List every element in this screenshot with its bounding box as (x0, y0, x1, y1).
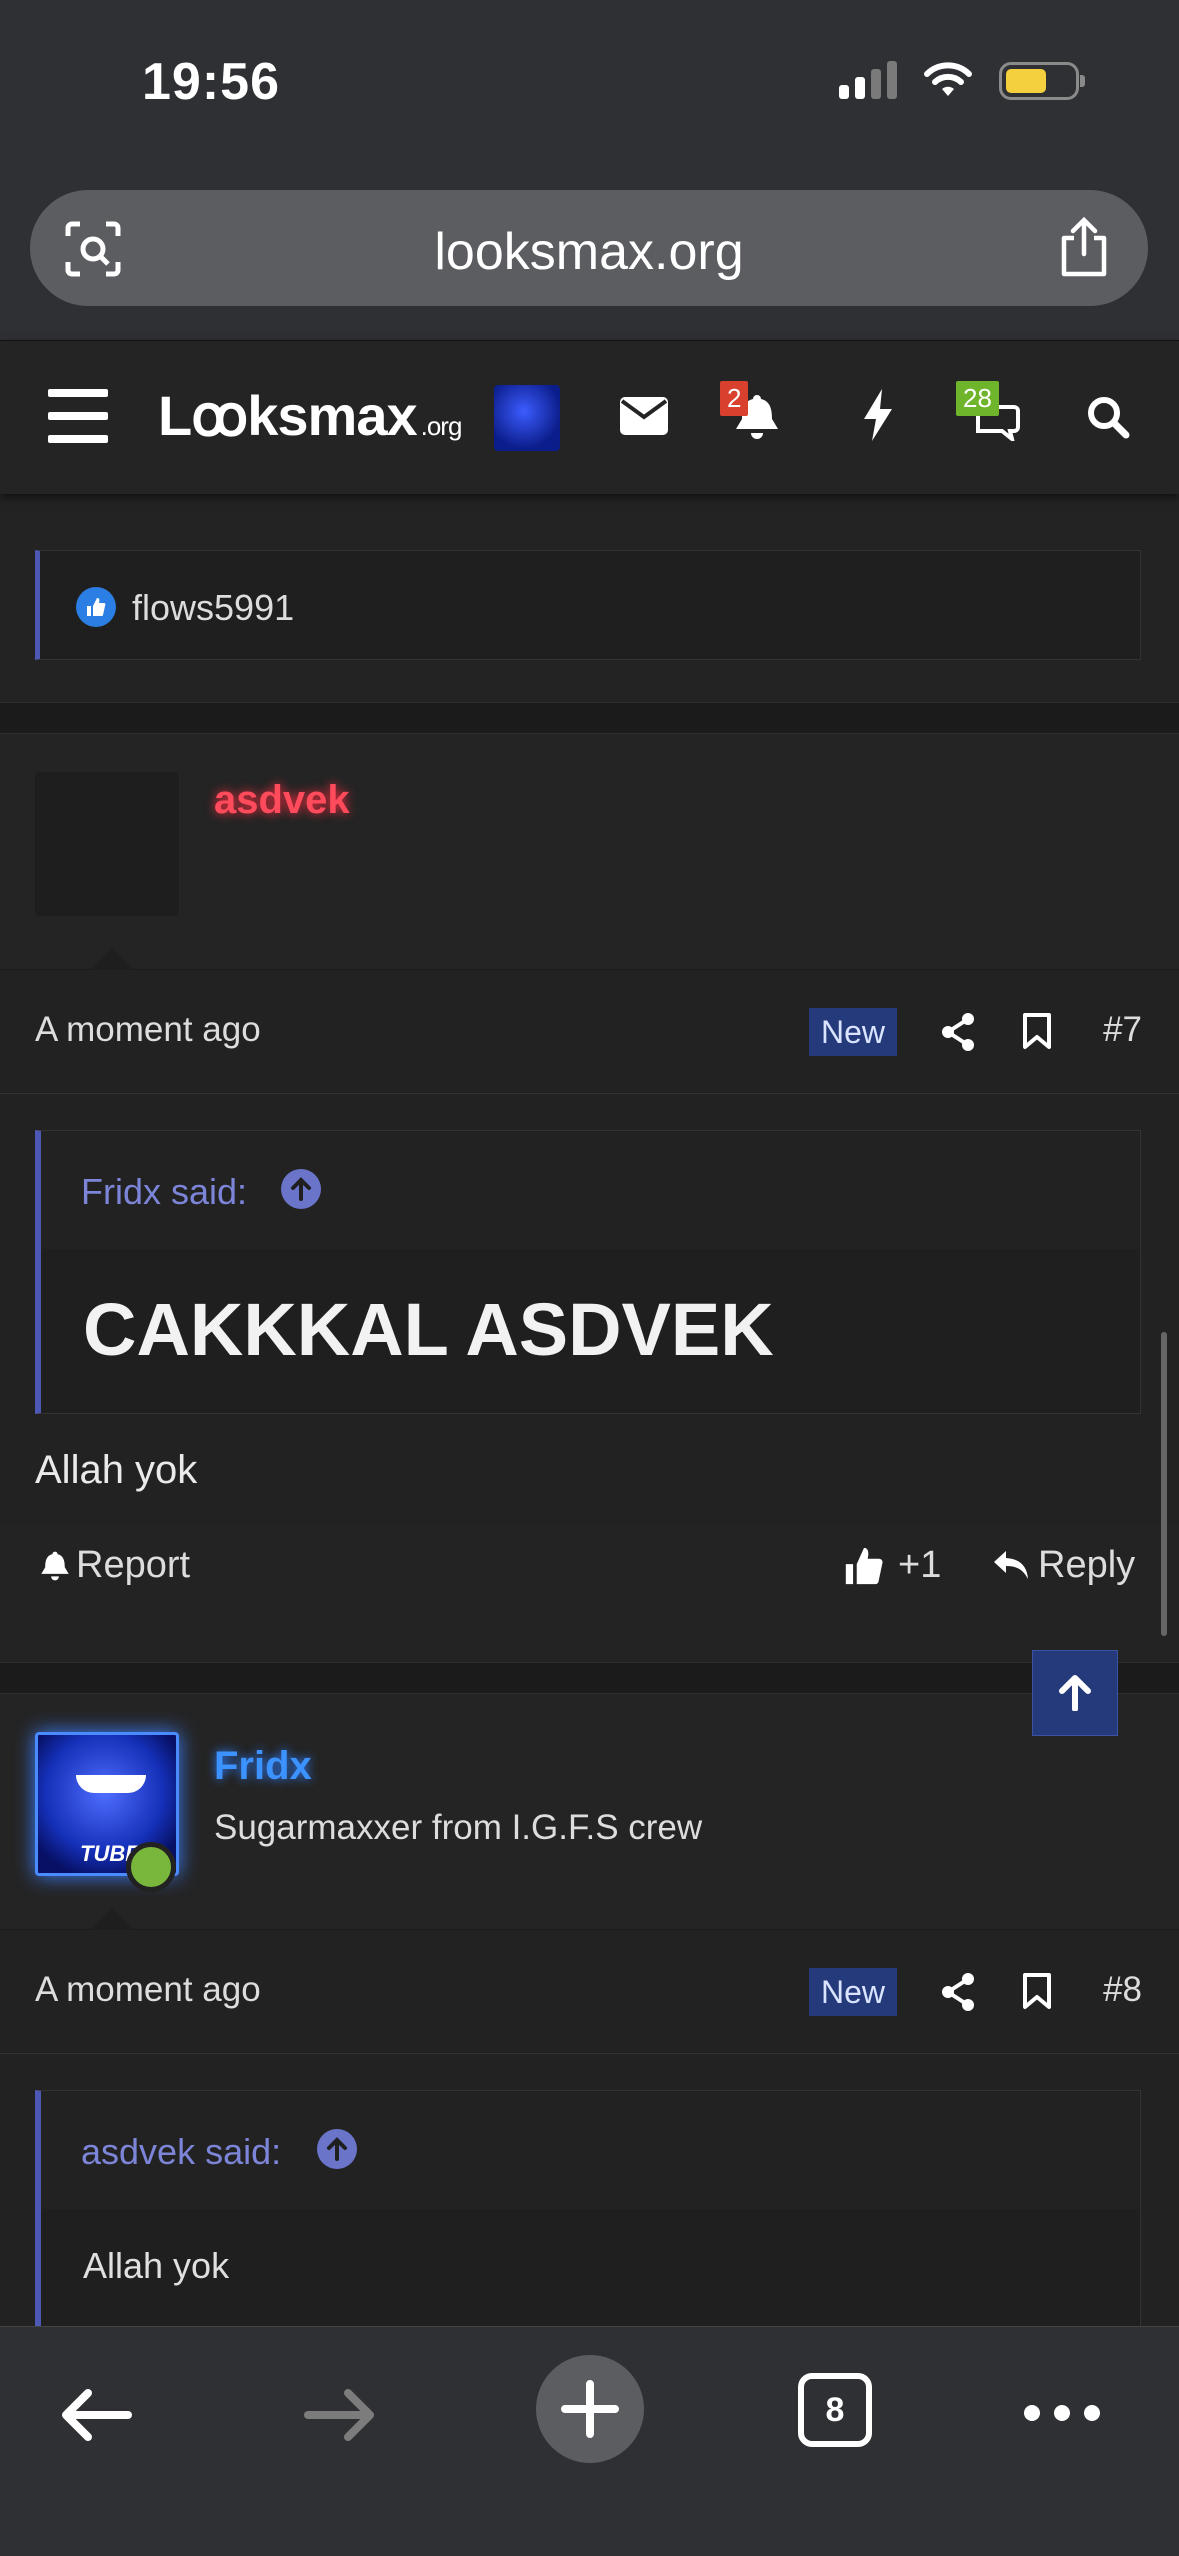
username[interactable]: asdvek (214, 778, 350, 823)
post-text: Allah yok (35, 1448, 198, 1492)
online-indicator (126, 1842, 176, 1892)
like-button[interactable]: +1 (844, 1544, 941, 1587)
avatar[interactable] (35, 772, 179, 916)
reactions-bar[interactable]: flows5991 (35, 550, 1141, 660)
post-meta: A moment ago New #7 (0, 970, 1179, 1094)
status-time: 19:56 (142, 53, 280, 111)
browser-top-chrome: 19:56 looksmax.org (0, 0, 1179, 340)
quote-header: asdvek said: (41, 2091, 1140, 2209)
quote-block: asdvek said: Allah yok (35, 2090, 1141, 2326)
bookmark-icon[interactable] (1022, 1012, 1052, 1050)
battery-icon (999, 62, 1085, 100)
post-body: asdvek said: Allah yok (0, 2054, 1179, 2326)
back-arrow-icon[interactable] (58, 2387, 132, 2443)
inbox-envelope-icon[interactable] (620, 397, 668, 435)
quote-text: CAKKKAL ASDVEK (83, 1288, 774, 1371)
new-badge: New (809, 1968, 898, 2016)
header-caret (90, 948, 134, 970)
reply-button[interactable]: Reply (992, 1544, 1135, 1587)
share-icon[interactable] (940, 1012, 976, 1052)
more-icon[interactable] (1024, 2405, 1100, 2421)
bookmark-icon[interactable] (1022, 1972, 1052, 2010)
quote-header: Fridx said: (41, 1131, 1140, 1249)
share-icon[interactable] (940, 1972, 976, 2012)
site-header: Lꝏksmax .org 2 28 (0, 340, 1179, 494)
new-badge: New (809, 1008, 898, 1056)
username[interactable]: Fridx (214, 1744, 312, 1789)
post-number[interactable]: #7 (1103, 1010, 1142, 1050)
reaction-user[interactable]: flows5991 (132, 587, 294, 629)
menu-icon[interactable] (48, 389, 108, 443)
arrow-up-icon (1059, 1675, 1091, 1711)
thread-content: flows5991 asdvek A moment ago New #7 Fri… (0, 494, 1179, 2326)
post-time[interactable]: A moment ago (35, 1970, 261, 2010)
status-icons (839, 61, 1085, 100)
post-meta: A moment ago New #8 (0, 1930, 1179, 2054)
like-reaction-icon (76, 587, 116, 627)
address-bar[interactable]: looksmax.org (30, 190, 1148, 306)
quote-text: Allah yok (83, 2245, 230, 2286)
post-separator (0, 1662, 1179, 1694)
thumbs-up-icon (845, 1547, 883, 1584)
post-body: Fridx said: CAKKKAL ASDVEK Allah yok (0, 1094, 1179, 1524)
share-icon[interactable] (1056, 216, 1112, 278)
forward-arrow-icon[interactable] (304, 2387, 378, 2443)
site-logo[interactable]: Lꝏksmax .org (158, 383, 462, 449)
post-time[interactable]: A moment ago (35, 1010, 261, 1050)
conversations-badge: 28 (956, 381, 999, 416)
quote-block: Fridx said: CAKKKAL ASDVEK (35, 1130, 1141, 1414)
report-button[interactable]: Report (40, 1544, 190, 1587)
search-icon[interactable] (1086, 395, 1130, 439)
tabs-button[interactable]: 8 (798, 2373, 872, 2447)
post-actions: Report +1 Reply (0, 1524, 1179, 1614)
header-avatar[interactable] (494, 385, 560, 451)
header-caret (90, 1908, 134, 1930)
post-user-header: asdvek (0, 734, 1179, 970)
post-user-header: TUBE Fridx Sugarmaxxer from I.G.F.S crew (0, 1694, 1179, 1930)
page-scrollbar[interactable] (1161, 1332, 1167, 1636)
url-text[interactable]: looksmax.org (30, 222, 1148, 282)
plus-icon (561, 2380, 619, 2438)
post-number[interactable]: #8 (1103, 1970, 1142, 2010)
whats-new-bolt-icon[interactable] (862, 389, 894, 441)
scroll-to-top-button[interactable] (1032, 1650, 1118, 1736)
cellular-signal-icon (839, 61, 897, 99)
browser-bottom-bar: 8 (0, 2326, 1179, 2556)
alerts-badge: 2 (720, 381, 749, 416)
new-tab-button[interactable] (536, 2355, 644, 2463)
reply-arrow-icon (994, 1550, 1028, 1579)
like-count: +1 (898, 1544, 942, 1586)
user-title: Sugarmaxxer from I.G.F.S crew (214, 1808, 703, 1847)
quote-author[interactable]: asdvek said: (81, 2131, 281, 2173)
quote-author[interactable]: Fridx said: (81, 1171, 247, 1213)
wifi-icon (924, 62, 972, 96)
quote-jump-icon[interactable] (317, 2129, 357, 2169)
post-separator (0, 702, 1179, 734)
bell-icon (41, 1551, 69, 1580)
quote-jump-icon[interactable] (281, 1169, 321, 1209)
